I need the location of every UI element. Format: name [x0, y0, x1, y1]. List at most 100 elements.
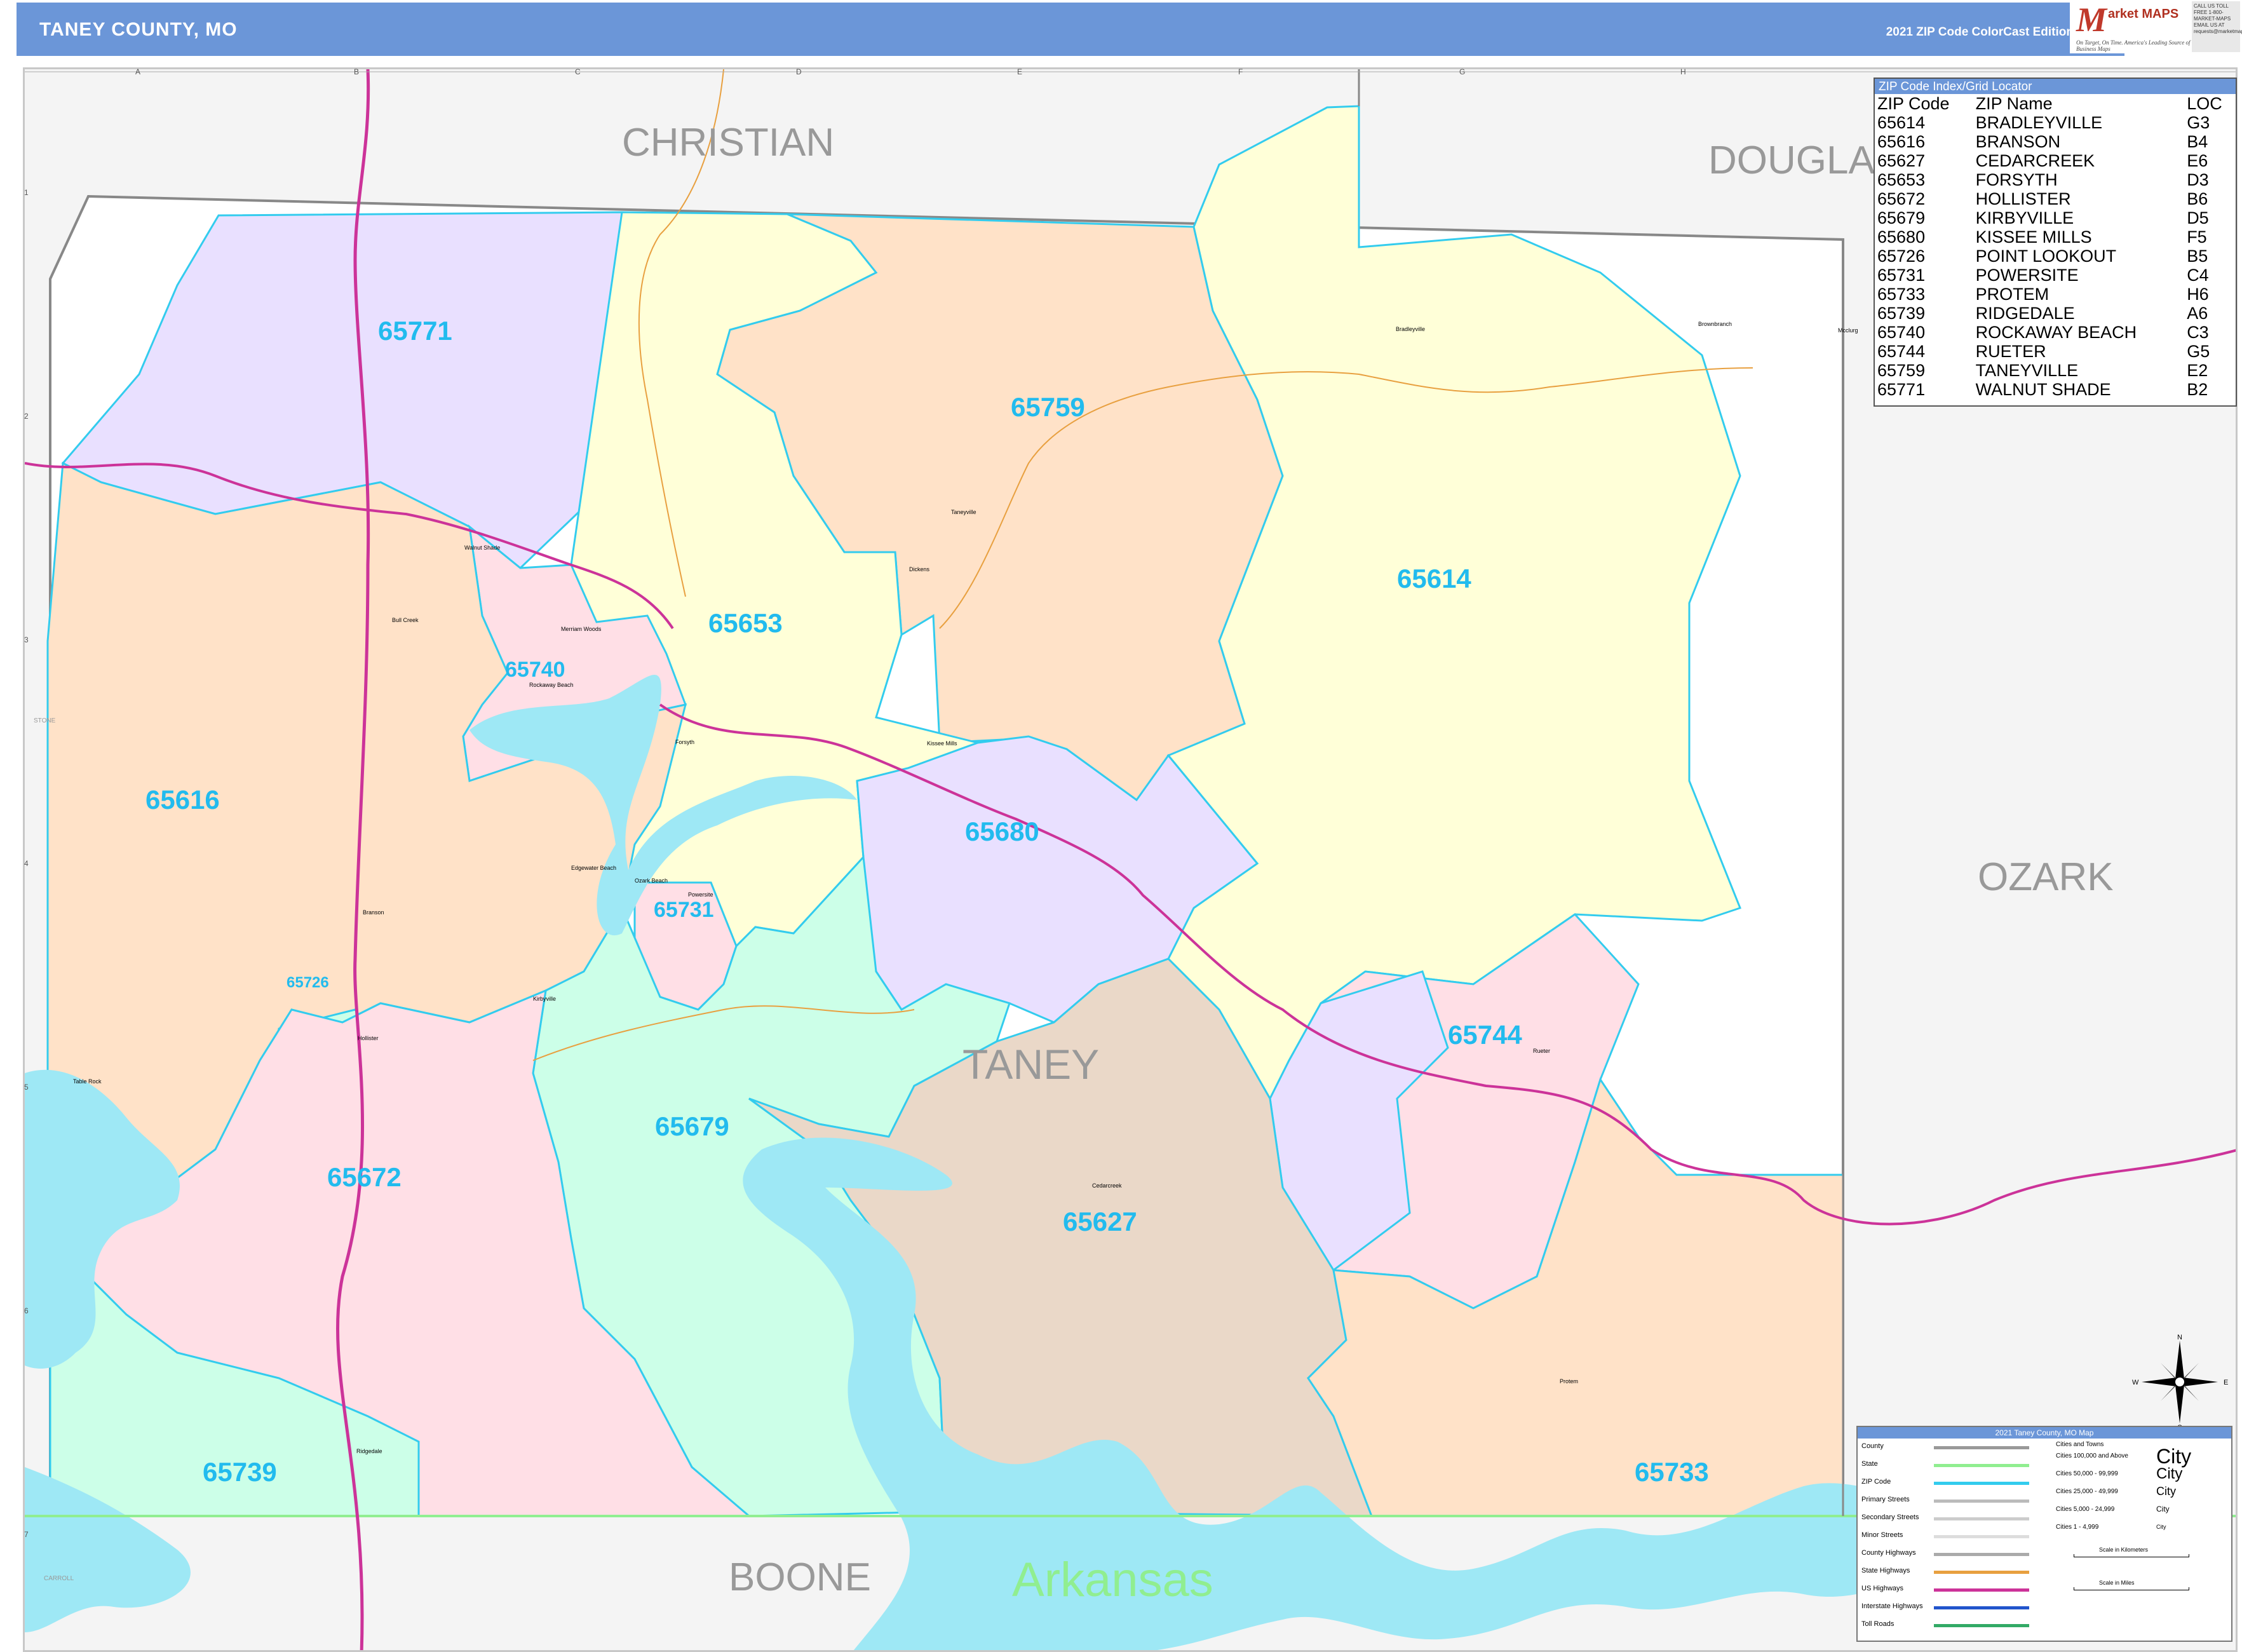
town-cedarcreek: Cedarcreek — [1092, 1182, 1122, 1189]
grid-row-4: 4 — [24, 859, 29, 868]
grid-row-1: 1 — [24, 188, 29, 197]
zip-index-name: KIRBYVILLE — [1975, 208, 2074, 227]
legend-city-sample: City — [2156, 1505, 2170, 1513]
zip-index-row[interactable]: 65726 POINT LOOKOUT B5 — [1875, 247, 2236, 266]
zip-index-row[interactable]: 65733 PROTEM H6 — [1875, 285, 2236, 304]
zip-label-65771[interactable]: 65771 — [378, 316, 452, 346]
market-maps-logo[interactable]: M arket MAPS On Target, On Time. America… — [2070, 0, 2191, 53]
zip-index-title: ZIP Code Index/Grid Locator — [1875, 79, 2236, 94]
zip-label-65653[interactable]: 65653 — [708, 608, 783, 639]
zip-index-row[interactable]: 65740 ROCKAWAY BEACH C3 — [1875, 323, 2236, 342]
zip-index-name: HOLLISTER — [1975, 189, 2071, 208]
legend-item-swatch — [1934, 1588, 2029, 1592]
zip-index-row[interactable]: 65680 KISSEE MILLS F5 — [1875, 227, 2236, 247]
zip-index-row[interactable]: 65614 BRADLEYVILLE G3 — [1875, 113, 2236, 132]
zip-index-row[interactable]: 65771 WALNUT SHADE B2 — [1875, 380, 2236, 399]
grid-col-e: E — [1017, 67, 1023, 76]
zip-index-row[interactable]: 65616 BRANSON B4 — [1875, 132, 2236, 151]
legend-city-size: Cities 5,000 - 24,999 — [2056, 1506, 2115, 1513]
zip-label-65744[interactable]: 65744 — [1448, 1020, 1522, 1050]
zip-index-row[interactable]: 65672 HOLLISTER B6 — [1875, 189, 2236, 208]
town-mcclurg: Mcclurg — [1838, 327, 1858, 334]
neighbor-boone: BOONE — [729, 1555, 871, 1599]
zip-index-zip: 65614 — [1877, 113, 1926, 132]
zip-index-name: POINT LOOKOUT — [1975, 247, 2117, 266]
zip-index-name: PROTEM — [1975, 285, 2050, 304]
zip-index-panel: ZIP Code Index/Grid Locator ZIP Code ZIP… — [1874, 78, 2237, 407]
zip-index-row[interactable]: 65744 RUETER G5 — [1875, 342, 2236, 361]
legend-scale-km: Scale in Kilometers — [2099, 1547, 2149, 1553]
zip-index-name: POWERSITE — [1975, 266, 2079, 285]
zip-label-65731[interactable]: 65731 — [654, 898, 714, 923]
zip-label-65614[interactable]: 65614 — [1397, 564, 1471, 594]
zip-label-65672[interactable]: 65672 — [327, 1162, 402, 1193]
town-hollister: Hollister — [358, 1035, 379, 1041]
zip-index-header-row: ZIP Code ZIP Name LOC — [1875, 94, 2236, 113]
zip-label-65627[interactable]: 65627 — [1063, 1207, 1137, 1237]
legend-item-swatch — [1934, 1482, 2029, 1485]
town-protem: Protem — [1560, 1378, 1579, 1385]
zip-index-row[interactable]: 65653 FORSYTH D3 — [1875, 170, 2236, 189]
zip-index-loc: C4 — [2187, 266, 2209, 285]
town-merriam-woods: Merriam Woods — [561, 626, 602, 632]
zip-index-row[interactable]: 65679 KIRBYVILLE D5 — [1875, 208, 2236, 227]
legend-item-label: County Highways — [1861, 1549, 1916, 1557]
zip-index-name: BRADLEYVILLE — [1975, 113, 2103, 132]
zip-index-zip: 65731 — [1877, 266, 1926, 285]
zip-index-zip: 65679 — [1877, 208, 1926, 227]
zip-index-zip: 65733 — [1877, 285, 1926, 304]
zip-label-65679[interactable]: 65679 — [655, 1111, 729, 1142]
legend-item-label: Toll Roads — [1861, 1620, 1894, 1628]
state-arkansas: Arkansas — [1012, 1553, 1213, 1607]
zip-index-row[interactable]: 65759 TANEYVILLE E2 — [1875, 361, 2236, 380]
grid-col-a: A — [135, 67, 141, 76]
zip-index-loc: B4 — [2187, 132, 2208, 151]
zip-label-65740[interactable]: 65740 — [505, 658, 565, 682]
grid-row-3: 3 — [24, 635, 29, 644]
zip-label-65726[interactable]: 65726 — [287, 974, 329, 992]
legend-city-sample: City — [2156, 1523, 2166, 1530]
town-rockaway-beach: Rockaway Beach — [529, 682, 574, 688]
legend-city-size: Cities 50,000 - 99,999 — [2056, 1470, 2118, 1477]
zip-index-loc: B2 — [2187, 380, 2208, 399]
compass-rose-icon: N S E W — [2132, 1334, 2228, 1430]
zip-label-65759[interactable]: 65759 — [1011, 392, 1085, 423]
grid-row-2: 2 — [24, 412, 29, 421]
zip-index-name: ROCKAWAY BEACH — [1975, 323, 2137, 342]
zip-index-row[interactable]: 65731 POWERSITE C4 — [1875, 266, 2236, 285]
grid-col-h: H — [1680, 67, 1686, 76]
zip-index-loc: B6 — [2187, 189, 2208, 208]
town-taneyville: Taneyville — [951, 509, 976, 515]
legend-item-label: County — [1861, 1442, 1884, 1450]
zip-index-zip: 65759 — [1877, 361, 1926, 380]
zip-index-header-loc: LOC — [2187, 94, 2222, 113]
zip-label-65616[interactable]: 65616 — [145, 785, 220, 815]
logo-mark: M — [2076, 1, 2107, 39]
legend-item-label: Secondary Streets — [1861, 1513, 1919, 1521]
legend-title: 2021 Taney County, MO Map — [1858, 1427, 2231, 1439]
town-bradleyville: Bradleyville — [1396, 326, 1426, 332]
zip-label-65733[interactable]: 65733 — [1635, 1457, 1709, 1487]
zip-label-65680[interactable]: 65680 — [965, 816, 1039, 847]
town-brownbranch: Brownbranch — [1698, 321, 1732, 327]
zip-index-header-name: ZIP Name — [1975, 94, 2053, 113]
zip-index-loc: D5 — [2187, 208, 2209, 227]
town-ozark-beach: Ozark Beach — [635, 877, 668, 884]
legend-city-size: Cities 100,000 and Above — [2056, 1452, 2128, 1459]
zip-index-row[interactable]: 65739 RIDGEDALE A6 — [1875, 304, 2236, 323]
zip-index-name: KISSEE MILLS — [1975, 227, 2092, 247]
town-forsyth: Forsyth — [675, 739, 695, 745]
legend-item-swatch — [1934, 1464, 2029, 1467]
legend-item-label: Primary Streets — [1861, 1496, 1910, 1503]
zip-index-zip: 65627 — [1877, 151, 1926, 170]
zip-index-row[interactable]: 65627 CEDARCREEK E6 — [1875, 151, 2236, 170]
zip-index-loc: A6 — [2187, 304, 2208, 323]
zip-label-65739[interactable]: 65739 — [203, 1457, 277, 1487]
legend-item-swatch — [1934, 1500, 2029, 1503]
neighbor-christian: CHRISTIAN — [622, 121, 835, 165]
map-legend: 2021 Taney County, MO Map County State ZIP… — [1856, 1426, 2232, 1642]
legend-item-swatch — [1934, 1535, 2029, 1538]
town-kissee-mills: Kissee Mills — [927, 740, 957, 747]
logo-tagline: On Target, On Time. America's Leading So… — [2076, 39, 2191, 52]
contact-info: CALL US TOLL FREE 1-800-MARKET-MAPS EMAI… — [2192, 1, 2242, 52]
